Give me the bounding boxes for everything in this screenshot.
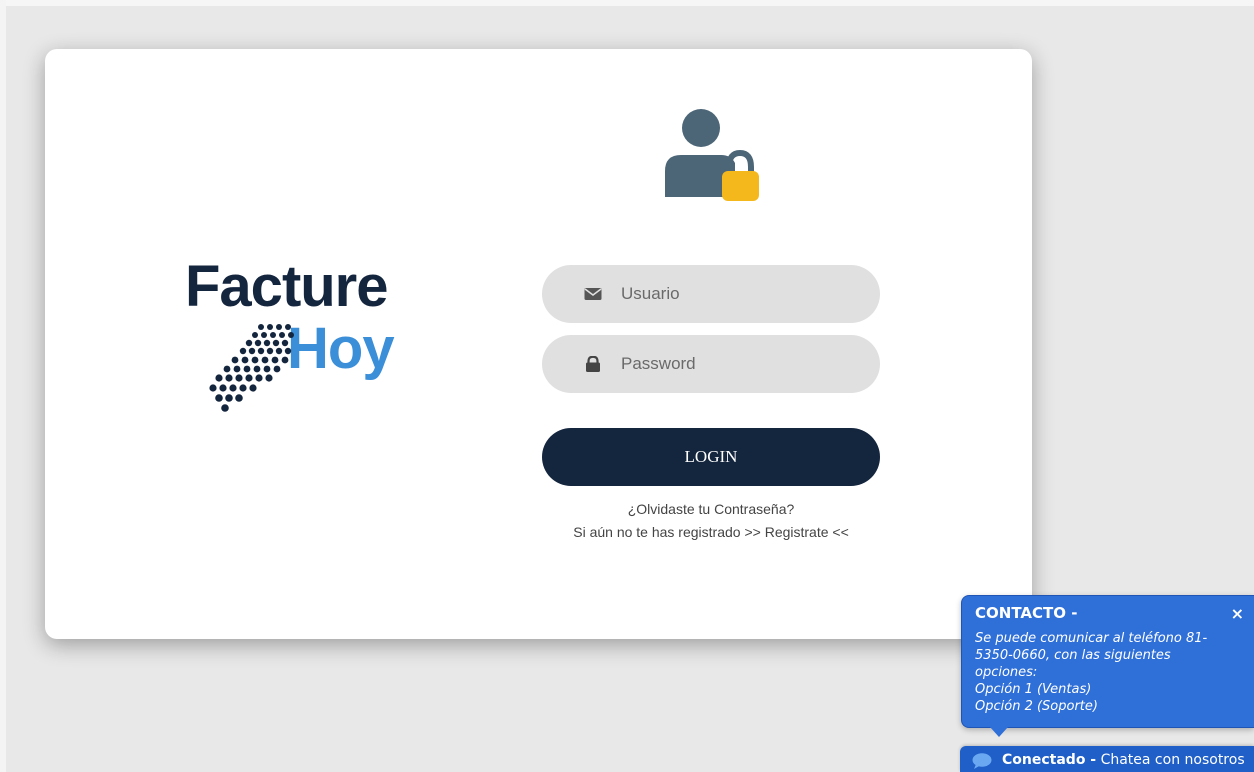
password-field[interactable] bbox=[542, 335, 880, 393]
lock-icon bbox=[586, 356, 600, 372]
window-left-edge bbox=[0, 0, 6, 772]
contact-message-line: Se puede comunicar al teléfono 81- bbox=[975, 631, 1208, 646]
chat-bar-button[interactable]: Conectado - Chatea con nosotros bbox=[960, 746, 1254, 772]
logo-text-hoy: Hoy bbox=[287, 316, 395, 381]
username-input[interactable] bbox=[621, 265, 861, 323]
password-input[interactable] bbox=[621, 335, 861, 393]
register-prefix-text: Si aún no te has registrado bbox=[573, 524, 745, 540]
contact-popup-title: CONTACTO - bbox=[975, 604, 1078, 622]
contact-message-line: Opción 1 (Ventas) bbox=[975, 682, 1092, 697]
contact-message-line: 5350-0660, con las siguientes bbox=[975, 648, 1171, 663]
logo-dots-icon bbox=[209, 324, 294, 412]
user-lock-icon bbox=[665, 109, 759, 201]
envelope-icon bbox=[584, 288, 602, 300]
logo-text-facture: Facture bbox=[185, 254, 389, 319]
register-line: Si aún no te has registrado >> Registrat… bbox=[512, 524, 910, 540]
close-icon[interactable]: × bbox=[1231, 604, 1244, 623]
username-field[interactable] bbox=[542, 265, 880, 323]
chat-status-label: Conectado - bbox=[1002, 752, 1097, 768]
window-top-edge bbox=[0, 0, 1254, 6]
register-link[interactable]: >> Registrate << bbox=[744, 524, 848, 540]
login-button[interactable]: LOGIN bbox=[542, 428, 880, 486]
facturehoy-logo: Facture Hoy bbox=[185, 254, 425, 412]
chat-cta-label: Chatea con nosotros bbox=[1096, 752, 1245, 768]
contact-popup: CONTACTO - × Se puede comunicar al teléf… bbox=[961, 595, 1254, 728]
contact-popup-message: Se puede comunicar al teléfono 81- 5350-… bbox=[975, 630, 1245, 715]
contact-message-line: Opción 2 (Soporte) bbox=[975, 699, 1098, 714]
login-card: Facture Hoy Usuario LOGIN ¿Olvidaste tu … bbox=[45, 49, 1032, 639]
contact-popup-tail bbox=[990, 727, 1008, 737]
forgot-password-link[interactable]: ¿Olvidaste tu Contraseña? bbox=[542, 501, 880, 517]
chat-bar-label: Conectado - Chatea con nosotros bbox=[1002, 752, 1245, 768]
contact-message-line: opciones: bbox=[975, 665, 1038, 680]
chat-bubble-icon bbox=[972, 753, 992, 769]
